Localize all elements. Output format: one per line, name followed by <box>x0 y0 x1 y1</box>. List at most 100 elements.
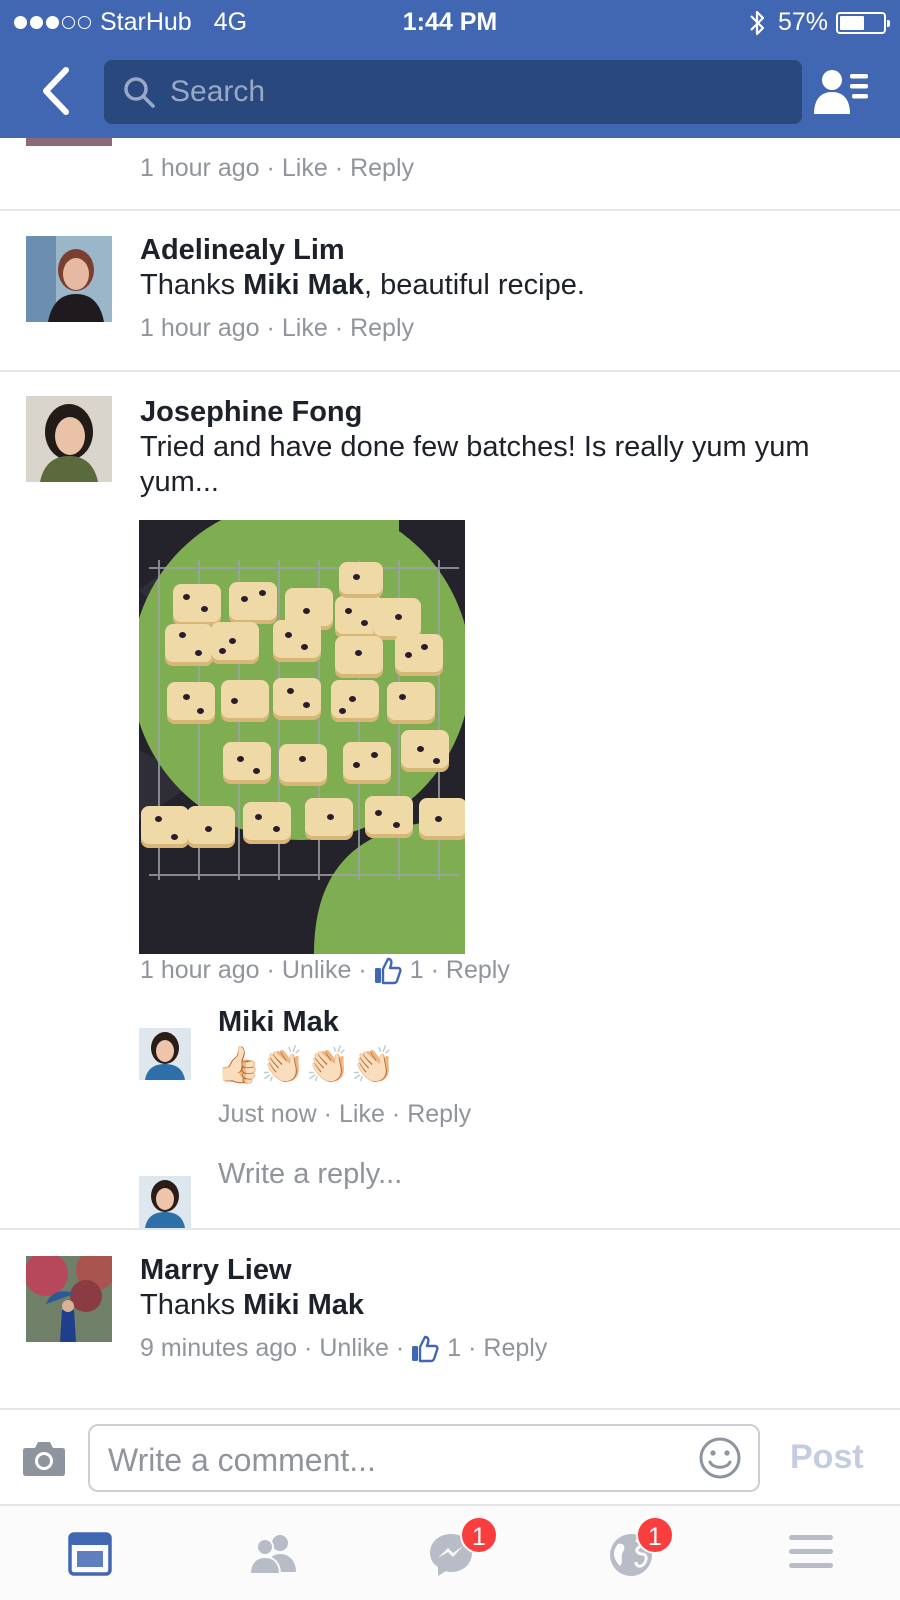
reply-meta: Just now · Like · Reply <box>218 1100 472 1129</box>
cookie <box>331 680 379 722</box>
comment-divider <box>0 1228 900 1230</box>
comment-meta: 1 hour ago · Like · Reply <box>140 314 414 343</box>
tab-friends[interactable] <box>180 1506 360 1600</box>
reply-button[interactable]: Reply <box>350 314 414 343</box>
cookie <box>419 798 465 840</box>
cookie <box>273 620 321 662</box>
commenter-avatar[interactable] <box>26 1256 112 1342</box>
like-button[interactable]: Like <box>339 1100 385 1129</box>
notifications-badge: 1 <box>636 1516 674 1554</box>
cookie <box>343 742 391 784</box>
comment-input[interactable]: Write a comment... <box>88 1424 760 1492</box>
cookie <box>339 562 383 598</box>
comment-time: 1 hour ago <box>140 314 260 342</box>
friend-requests-button[interactable] <box>814 68 870 116</box>
cookie <box>221 680 269 722</box>
like-button[interactable]: Like <box>282 154 328 183</box>
unlike-button[interactable]: Unlike <box>282 956 351 985</box>
smiley-icon <box>699 1437 741 1479</box>
search-icon <box>124 77 155 108</box>
mention-link[interactable]: Miki Mak <box>243 269 364 301</box>
mention-link[interactable]: Miki Mak <box>243 1289 364 1321</box>
cookie <box>401 730 449 772</box>
back-button[interactable] <box>36 64 76 118</box>
my-avatar <box>139 1176 191 1228</box>
comment-time: 1 hour ago <box>140 154 260 182</box>
camera-button[interactable] <box>22 1438 66 1478</box>
cookie <box>365 796 413 838</box>
reply-author-name[interactable]: Miki Mak <box>218 1006 339 1039</box>
friend-list-icon <box>814 70 868 114</box>
comment-meta: 1 hour ago · Unlike · 1 · Reply <box>140 956 510 985</box>
reply-button[interactable]: Reply <box>483 1334 547 1363</box>
commenter-avatar[interactable] <box>26 138 112 146</box>
comment-text-part: Thanks <box>140 269 244 301</box>
comment-divider <box>0 370 900 372</box>
cookie <box>279 744 327 786</box>
bluetooth-icon <box>750 10 765 35</box>
top-bar: StarHub 4G 1:44 PM 57% Search <box>0 0 900 138</box>
reply-button[interactable]: Reply <box>407 1100 471 1129</box>
cookie <box>335 636 383 678</box>
reply-button[interactable]: Reply <box>446 956 510 985</box>
avatar-photo <box>26 236 112 322</box>
tab-messenger[interactable]: 1 <box>360 1506 540 1600</box>
battery-area: 57% <box>748 8 890 37</box>
commenter-name[interactable]: Adelinealy Lim <box>140 234 345 267</box>
like-thumb-icon <box>411 1335 439 1363</box>
commenter-name[interactable]: Marry Liew <box>140 1254 292 1287</box>
post-button[interactable]: Post <box>790 1438 864 1477</box>
like-thumb-icon <box>374 957 402 985</box>
friends-icon <box>248 1535 296 1575</box>
reply-avatar[interactable] <box>139 1028 191 1080</box>
commenter-avatar[interactable] <box>26 396 112 482</box>
cookie <box>243 802 291 844</box>
battery-icon <box>836 11 890 34</box>
comment-text: Thanks Miki Mak <box>140 1288 364 1323</box>
like-button[interactable]: Like <box>282 314 328 343</box>
status-bar: StarHub 4G 1:44 PM 57% <box>0 0 900 46</box>
commenter-avatar[interactable] <box>26 236 112 322</box>
like-count[interactable]: 1 <box>410 956 424 985</box>
cookie <box>173 584 221 626</box>
avatar-photo <box>26 1256 112 1342</box>
comment-meta: 1 hour ago · Like · Reply <box>140 154 414 183</box>
commenter-name[interactable]: Josephine Fong <box>140 396 362 429</box>
comment-text-part: Thanks <box>140 1289 244 1321</box>
cookie <box>387 682 435 724</box>
comment-time: 9 minutes ago <box>140 1334 298 1362</box>
cookie <box>211 622 259 664</box>
cookie <box>167 682 215 724</box>
cookie <box>395 634 443 676</box>
cookie <box>165 624 213 666</box>
camera-icon <box>23 1442 65 1476</box>
cookie <box>187 806 235 848</box>
comment-photo[interactable] <box>139 520 465 954</box>
like-count[interactable]: 1 <box>447 1334 461 1363</box>
search-bar[interactable]: Search <box>104 60 802 124</box>
unlike-button[interactable]: Unlike <box>319 1334 388 1363</box>
news-feed-icon <box>68 1532 112 1576</box>
comment-text: Thanks Miki Mak, beautiful recipe. <box>140 268 585 303</box>
comments-feed[interactable]: 1 hour ago · Like · Reply Adelinealy Lim T… <box>0 138 900 1408</box>
bottom-tab-bar: 1 1 <box>0 1504 900 1600</box>
comment-text-part: , beautiful recipe. <box>364 269 585 301</box>
menu-icon <box>789 1535 833 1568</box>
avatar-photo <box>26 396 112 482</box>
comment-meta: 9 minutes ago · Unlike · 1 · Reply <box>140 1334 548 1363</box>
reply-emoji: 👍🏻👏🏻👏🏻👏🏻 <box>216 1044 396 1085</box>
cookie <box>273 678 321 720</box>
avatar-photo <box>139 1028 191 1080</box>
tab-menu[interactable] <box>720 1506 900 1600</box>
tab-news-feed[interactable] <box>0 1506 180 1600</box>
tab-notifications[interactable]: 1 <box>540 1506 720 1600</box>
emoji-button[interactable] <box>698 1436 742 1480</box>
battery-percent: 57% <box>777 8 828 36</box>
chevron-left-icon <box>43 67 69 115</box>
write-reply-input[interactable]: Write a reply... <box>218 1158 402 1191</box>
reply-time: Just now <box>218 1100 317 1128</box>
cookie <box>141 806 189 848</box>
reply-button[interactable]: Reply <box>350 154 414 183</box>
comment-divider <box>0 209 900 211</box>
comment-text: Tried and have done few batches! Is real… <box>140 431 810 498</box>
